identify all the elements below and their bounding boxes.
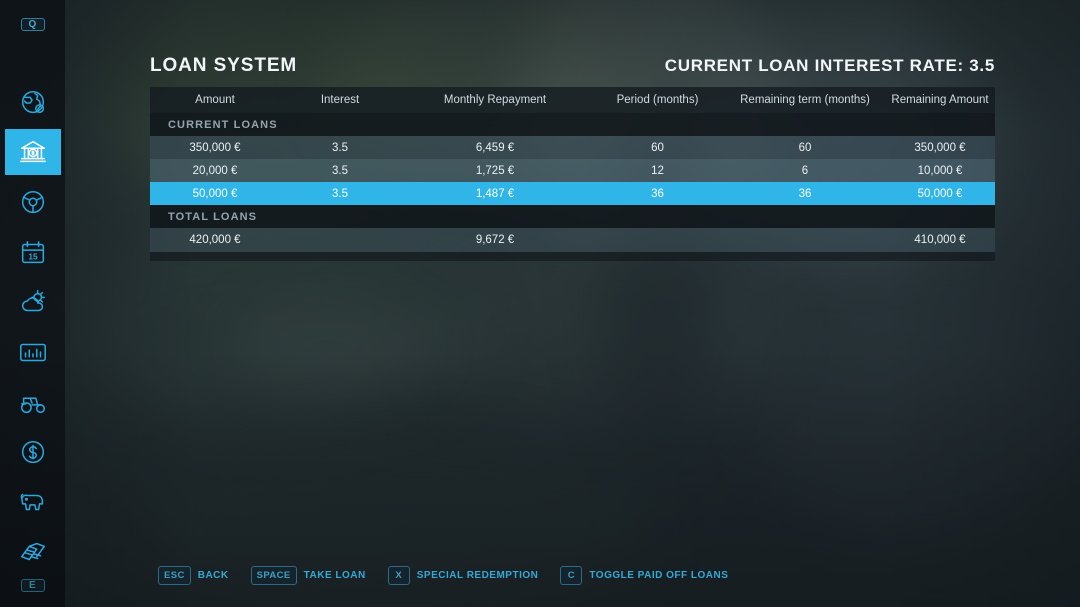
help-item-toggle-paid-off-loans[interactable]: C TOGGLE PAID OFF LOANS	[560, 566, 728, 585]
sidebar-item-animals[interactable]	[5, 479, 61, 525]
cell-remaining-amount: 350,000 €	[914, 141, 966, 154]
current-interest-rate-label: CURRENT LOAN INTEREST RATE: 3.5	[664, 56, 995, 75]
sidebar-item-statistics[interactable]	[5, 329, 61, 375]
cell-remaining-amount: 10,000 €	[917, 164, 963, 177]
table-row[interactable]: 20,000 € 3.5 1,725 € 12 6 10,000 €	[150, 159, 995, 182]
cell-interest: 3.5	[332, 141, 348, 154]
section-header-current-loans: CURRENT LOANS	[150, 113, 995, 136]
sidebar: Q 15 E	[0, 0, 65, 607]
sidebar-prev-key-badge[interactable]: Q	[20, 18, 45, 31]
key-badge-c: C	[560, 566, 583, 585]
help-label-special-redemption: SPECIAL REDEMPTION	[416, 570, 539, 581]
sidebar-item-vehicles[interactable]	[5, 179, 61, 225]
cell-interest: 3.5	[332, 164, 348, 177]
help-label-toggle-paid-off-loans: TOGGLE PAID OFF LOANS	[589, 570, 729, 581]
help-item-back[interactable]: ESC BACK	[158, 566, 229, 585]
cell-period: 12	[651, 164, 664, 177]
cell-monthly-repayment: 1,725 €	[475, 164, 515, 177]
table-row[interactable]: 350,000 € 3.5 6,459 € 60 60 350,000 €	[150, 136, 995, 159]
key-badge-x: X	[387, 566, 410, 585]
table-row-total: 420,000 € 9,672 € 410,000 €	[150, 228, 995, 252]
column-header-interest: Interest	[320, 94, 360, 106]
cell-monthly-repayment: 6,459 €	[475, 141, 515, 154]
key-badge-esc: ESC	[158, 566, 191, 585]
globe-icon	[21, 90, 44, 114]
cell-total-remaining-amount: 410,000 €	[914, 234, 966, 246]
sidebar-items: 15	[0, 79, 65, 579]
sidebar-item-contracts[interactable]	[5, 529, 61, 575]
sidebar-item-weather[interactable]	[5, 279, 61, 325]
sidebar-item-tractor[interactable]	[5, 379, 61, 425]
calendar-icon: 15	[21, 240, 44, 264]
help-item-special-redemption[interactable]: X SPECIAL REDEMPTION	[387, 566, 539, 585]
table-header-row: Amount Interest Monthly Repayment Period…	[150, 87, 995, 113]
cell-amount: 50,000 €	[192, 187, 238, 200]
column-header-remaining-amount: Remaining Amount	[891, 94, 989, 106]
cell-monthly-repayment: 1,487 €	[475, 187, 515, 200]
contracts-icon	[20, 542, 45, 561]
cell-total-amount: 420,000 €	[189, 234, 241, 246]
column-header-amount: Amount	[195, 94, 235, 106]
column-header-period: Period (months)	[616, 94, 699, 106]
help-bar: ESC BACK SPACE TAKE LOAN X SPECIAL REDEM…	[158, 566, 728, 585]
cell-remaining-term: 36	[798, 187, 812, 200]
statistics-icon	[19, 343, 46, 362]
key-badge-space: SPACE	[250, 566, 297, 585]
table-bottom-spacer	[150, 252, 995, 261]
sidebar-item-finances[interactable]	[5, 429, 61, 475]
game-menu-screen: Q 15 E LOAN SYSTEM CURRENT LOAN INTEREST…	[0, 0, 1080, 607]
sidebar-item-finances-bank[interactable]	[4, 129, 61, 175]
section-header-label: CURRENT LOANS	[168, 118, 278, 131]
steering-wheel-icon	[21, 190, 44, 214]
page-title: LOAN SYSTEM	[150, 55, 298, 76]
cell-remaining-amount: 50,000 €	[917, 187, 963, 200]
help-item-take-loan[interactable]: SPACE TAKE LOAN	[250, 566, 366, 585]
tractor-icon	[20, 397, 45, 414]
sidebar-item-calendar[interactable]: 15	[5, 229, 61, 275]
cell-period: 60	[651, 141, 664, 154]
section-header-total-loans: TOTAL LOANS	[150, 205, 995, 228]
finances-icon	[21, 440, 44, 464]
help-label-take-loan: TAKE LOAN	[303, 570, 366, 581]
loan-table: Amount Interest Monthly Repayment Period…	[150, 87, 995, 261]
help-label-back: BACK	[197, 570, 229, 581]
svg-text:15: 15	[28, 252, 38, 262]
column-header-monthly-repayment: Monthly Repayment	[443, 94, 547, 106]
weather-icon	[21, 290, 45, 312]
sidebar-next-key-badge[interactable]: E	[20, 579, 45, 592]
animals-icon	[20, 493, 43, 511]
cell-remaining-term: 60	[798, 141, 812, 154]
cell-interest: 3.5	[332, 187, 348, 200]
cell-period: 36	[651, 187, 664, 200]
table-row-selected[interactable]: 50,000 € 3.5 1,487 € 36 36 50,000 €	[150, 182, 995, 205]
column-header-remaining-term: Remaining term (months)	[740, 94, 870, 106]
cell-amount: 350,000 €	[189, 141, 241, 154]
main-content: LOAN SYSTEM CURRENT LOAN INTEREST RATE: …	[65, 0, 1080, 607]
cell-total-monthly-repayment: 9,672 €	[475, 234, 515, 246]
sidebar-item-map[interactable]	[5, 79, 61, 125]
section-header-label: TOTAL LOANS	[168, 210, 258, 223]
bank-icon	[19, 140, 46, 163]
title-row: LOAN SYSTEM CURRENT LOAN INTEREST RATE: …	[150, 55, 995, 77]
cell-remaining-term: 6	[801, 164, 809, 177]
cell-amount: 20,000 €	[192, 164, 238, 177]
